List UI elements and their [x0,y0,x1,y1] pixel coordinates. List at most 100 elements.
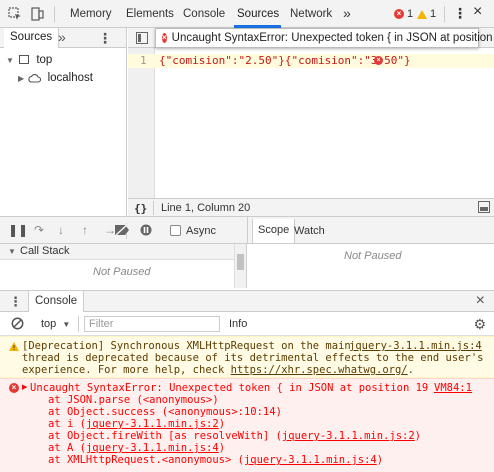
customize-menu-button[interactable]: ⋮ [453,5,467,22]
call-stack-label: Call Stack [20,245,70,257]
close-devtools-button[interactable]: × [473,3,482,21]
error-tooltip-text: Uncaught SyntaxError: Unexpected token {… [171,32,494,44]
more-tabs-button[interactable]: » [343,5,351,21]
error-source-link[interactable]: VM84:1 [434,382,472,394]
scrollbar[interactable] [234,244,246,288]
status-divider [153,201,154,215]
console-toolbar: top ▼ Filter Info ⚙ [0,312,494,336]
warning-line-3-text: experience. For more help, check [22,364,231,376]
tree-item-label: top [36,54,53,66]
drawer-menu-button[interactable]: ⋮ [9,294,22,310]
code-line-text[interactable]: {"comision":"2.50"}{"comision":"3.50"} [159,54,411,67]
error-icon: × [162,33,167,43]
warning-help-link[interactable]: https://xhr.spec.whatwg.org/ [231,364,408,376]
devtools-toolbar: Memory Elements Console Sources Network … [0,0,494,28]
device-toolbar-icon[interactable] [30,7,44,23]
tab-console[interactable]: Console [183,8,225,20]
line-number[interactable]: 1 [140,54,147,67]
error-count: 1 [407,8,414,20]
tab-network[interactable]: Network [290,8,332,20]
inspect-element-icon[interactable] [8,7,22,23]
call-stack-pane: ▼ Call Stack Not Paused [0,244,247,288]
step-out-icon[interactable]: ↑ [82,224,88,236]
dropdown-arrow-icon: ▼ [62,320,71,329]
stack-frame-text: at XMLHttpRequest.<anonymous> ( [48,454,244,466]
toolbar-divider [444,6,445,22]
tab-elements[interactable]: Elements [126,8,174,20]
scope-pane: Not Paused [247,244,494,288]
tree-item-localhost[interactable]: ▶ localhost [18,72,93,86]
stack-frame-text-end: ) [218,418,226,430]
toggle-debugger-icon[interactable] [478,201,490,216]
tree-item-label: localhost [47,72,93,84]
expanded-arrow-icon: ▼ [8,247,16,256]
warning-source-link[interactable]: jquery-3.1.1.min.js:4 [349,340,482,352]
cursor-position: Line 1, Column 20 [161,202,251,214]
pause-on-exceptions-icon[interactable] [140,224,152,238]
async-checkbox[interactable] [170,225,181,236]
line-gutter [128,48,155,198]
log-level-selector[interactable]: Info [229,318,247,330]
expanded-arrow-icon: ▼ [6,56,14,65]
frame-icon [19,55,30,64]
call-stack-header[interactable]: ▼ Call Stack [0,244,246,260]
context-selector[interactable]: top ▼ [41,318,70,330]
error-icon: × [9,383,19,393]
pretty-print-button[interactable]: {} [134,202,147,215]
collapsed-arrow-icon: ▶ [18,74,25,83]
stack-frame-text: at i ( [48,418,86,430]
stack-frame: at Object.success (<anonymous>:10:14) [48,406,282,418]
tab-sources[interactable]: Sources [237,8,279,20]
editor-status-bar: {} Line 1, Column 20 [128,198,494,216]
console-filter-input[interactable]: Filter [84,316,220,332]
error-count-badge[interactable]: × 1 [394,8,413,20]
console-settings-gear-icon[interactable]: ⚙ [473,316,486,333]
stack-frame: at A (jquery-3.1.1.min.js:4) [48,442,225,454]
toggle-navigator-icon[interactable] [136,32,148,47]
tab-console-drawer[interactable]: Console [28,291,85,312]
stack-frame-source-link[interactable]: jquery-3.1.1.min.js:2 [86,418,219,430]
toolbar-divider [54,6,55,22]
warning-count: 1 [430,8,437,20]
stack-frame-source-link[interactable]: jquery-3.1.1.min.js:4 [244,454,377,466]
pause-icon[interactable]: ❚❚ [8,224,28,236]
deactivate-breakpoints-icon[interactable] [114,223,130,238]
stack-frame-text: at Object.fireWith [as resolveWith] ( [48,430,282,442]
tab-navigator-sources[interactable]: Sources [4,28,60,48]
clear-console-icon[interactable] [11,317,24,333]
navigator-menu-button[interactable]: ⋮ [98,30,112,47]
expand-stack-arrow-icon[interactable]: ▶ [22,383,27,391]
step-over-icon[interactable]: ↷ [34,224,44,236]
stack-frame-source-link[interactable]: jquery-3.1.1.min.js:4 [86,442,219,454]
navigator-more-button[interactable]: » [58,29,66,45]
stack-frame-source-link[interactable]: jquery-3.1.1.min.js:2 [282,430,415,442]
scrollbar-thumb[interactable] [237,254,244,270]
stack-frame: at JSON.parse (<anonymous>) [48,394,219,406]
tab-watch[interactable]: Watch [294,225,325,237]
async-label: Async [186,225,216,237]
step-into-icon[interactable]: ↓ [58,224,64,236]
tab-memory[interactable]: Memory [70,8,112,20]
error-title: Uncaught SyntaxError: Unexpected token {… [30,382,429,394]
pane-divider [247,217,248,245]
stack-frame-text: at A ( [48,442,86,454]
inline-error-icon[interactable]: × [374,56,383,65]
warning-icon [417,9,427,19]
warning-line-1: [Deprecation] Synchronous XMLHttpRequest… [22,340,351,352]
code-editor[interactable]: 1 {"comision":"2.50"}{"comision":"3.50"}… [128,48,494,198]
error-icon: × [394,9,404,19]
close-drawer-button[interactable]: × [476,292,485,310]
stack-frame-text-end: ) [414,430,421,442]
navigator-tabs: Sources » ⋮ [0,28,126,48]
debugger-toolbar: ❚❚ ↷ ↓ ↑ → Async Scope Watch [0,216,494,245]
warning-count-badge[interactable]: 1 [417,8,436,20]
tab-scope[interactable]: Scope [252,219,296,243]
tree-item-top[interactable]: ▼ top [6,54,52,66]
scope-status: Not Paused [344,250,402,262]
stack-frame: at i (jquery-3.1.1.min.js:2) [48,418,225,430]
console-warning-message: [Deprecation] Synchronous XMLHttpRequest… [0,336,494,378]
context-value: top [41,318,57,330]
warning-icon [9,342,19,354]
stack-frame-text-end: ) [218,442,226,454]
stack-frame-text: at JSON.parse (<anonymous>) [48,394,219,406]
